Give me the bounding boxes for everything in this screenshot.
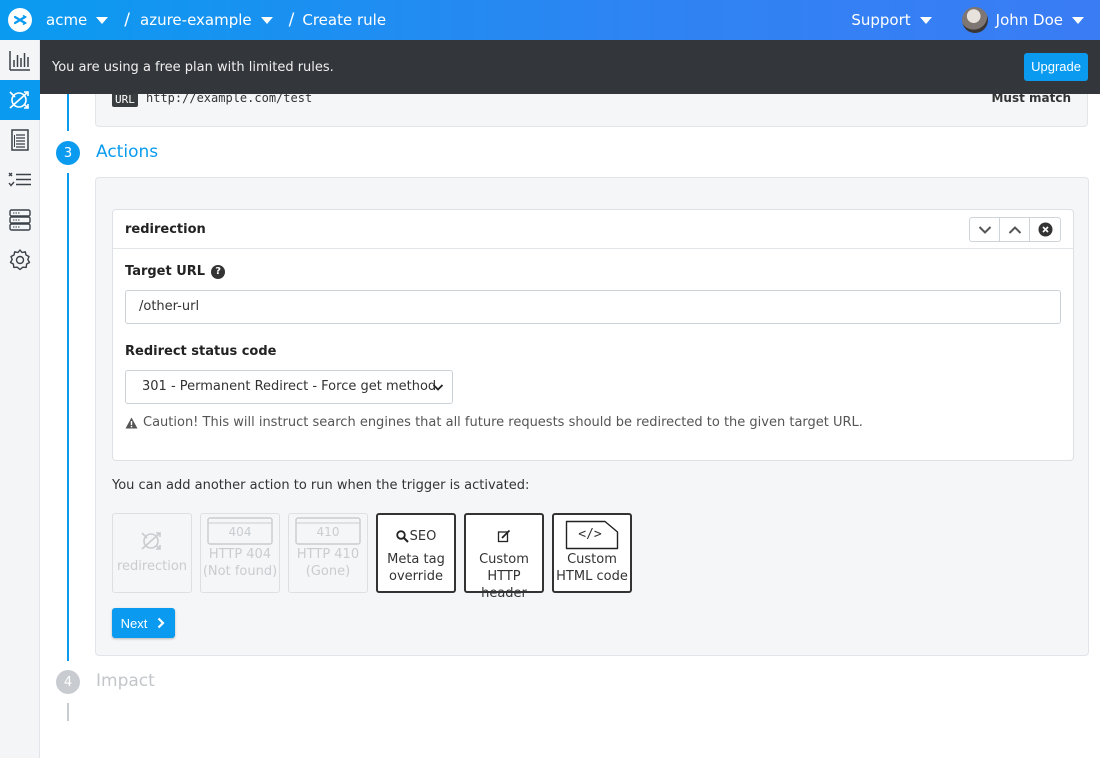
plan-message: You are using a free plan with limited r… xyxy=(52,59,334,75)
servers-icon xyxy=(9,209,31,231)
seo-badge: SEO xyxy=(409,528,437,544)
step-title-impact[interactable]: Impact xyxy=(96,671,155,691)
logo-icon[interactable] xyxy=(8,8,32,32)
step-rail xyxy=(67,94,69,131)
project-name: azure-example xyxy=(140,11,252,29)
remove-action-button[interactable] xyxy=(1030,218,1060,241)
next-label: Next xyxy=(120,615,148,631)
action-card-redirection: redirection Target URL? /other-url Redir… xyxy=(112,209,1074,461)
tile-badge: 404 xyxy=(228,525,252,539)
target-url-label-text: Target URL xyxy=(125,264,206,279)
chevron-down-icon xyxy=(1072,16,1084,24)
org-selector[interactable]: acme xyxy=(46,11,109,29)
chevron-down-icon xyxy=(432,384,444,391)
redirection-icon xyxy=(141,532,161,550)
settings-icon xyxy=(9,249,31,271)
tile-label-secondary: HTTP header xyxy=(481,569,527,601)
action-card-controls xyxy=(969,217,1061,242)
tile-badge: 410 xyxy=(316,525,340,539)
user-menu[interactable]: John Doe xyxy=(961,7,1084,33)
action-tile-html-code[interactable]: </> Custom HTML code xyxy=(552,513,632,593)
help-icon[interactable]: ? xyxy=(211,264,226,279)
close-circle-icon xyxy=(1038,222,1052,237)
chevron-down-icon xyxy=(978,225,991,234)
tile-label: Custom xyxy=(479,552,529,567)
move-down-button[interactable] xyxy=(970,218,1000,241)
step-rail xyxy=(67,703,69,721)
user-name: John Doe xyxy=(995,11,1063,29)
rules-icon xyxy=(9,91,29,109)
avatar xyxy=(961,7,988,33)
sidebar-item-settings[interactable] xyxy=(0,240,40,280)
warning-icon xyxy=(125,417,138,428)
chevron-right-icon xyxy=(158,617,165,629)
page-title: Create rule xyxy=(302,11,387,29)
upgrade-button[interactable]: Upgrade xyxy=(1024,53,1088,81)
action-card-header: redirection xyxy=(113,210,1073,249)
caution-text: Caution! This will instruct search engin… xyxy=(143,415,863,430)
code-badge: </> xyxy=(578,527,602,542)
tile-label-secondary: (Gone) xyxy=(305,564,351,579)
tile-label: HTTP 410 xyxy=(296,547,360,562)
action-tile-http-header[interactable]: Custom HTTP header xyxy=(464,513,544,601)
status-code-value: 301 - Permanent Redirect - Force get met… xyxy=(142,379,437,394)
sidebar-item-analytics[interactable] xyxy=(0,40,40,80)
step-title-actions[interactable]: Actions xyxy=(96,142,158,162)
org-name: acme xyxy=(46,11,88,29)
chevron-down-icon xyxy=(96,16,109,24)
analytics-icon xyxy=(9,51,30,71)
chevron-down-icon xyxy=(260,16,273,24)
support-label: Support xyxy=(851,11,911,29)
status-code-label: Redirect status code xyxy=(125,344,277,359)
step-number-impact: 4 xyxy=(56,670,80,694)
tile-label: Meta tag xyxy=(387,552,445,567)
chevron-up-icon xyxy=(1008,225,1021,234)
sidebar-item-logs[interactable] xyxy=(0,120,40,160)
target-url-input[interactable]: /other-url xyxy=(125,290,1061,324)
next-button[interactable]: Next xyxy=(112,608,175,638)
action-card-title: redirection xyxy=(125,221,206,237)
step-rail xyxy=(67,173,69,661)
breadcrumb-separator: / xyxy=(288,10,295,30)
action-tile-redirection[interactable]: redirection xyxy=(112,513,192,593)
status-code-select[interactable]: 301 - Permanent Redirect - Force get met… xyxy=(125,370,453,404)
chevron-down-icon xyxy=(919,16,932,24)
edit-icon xyxy=(497,529,511,543)
url-tag: URL xyxy=(112,92,138,107)
tile-label-secondary: (Not found) xyxy=(202,564,278,579)
tile-label: HTTP 404 xyxy=(208,547,272,562)
trigger-summary-panel: URL http://example.com/test Must match xyxy=(95,91,1088,127)
action-tile-meta-tag[interactable]: SEO Meta tag override xyxy=(376,513,456,593)
support-menu[interactable]: Support xyxy=(851,11,932,29)
add-action-prompt: You can add another action to run when t… xyxy=(112,478,530,493)
caution-message: Caution! This will instruct search engin… xyxy=(125,415,863,430)
action-tile-http-404[interactable]: 404 HTTP 404 (Not found) xyxy=(200,513,280,593)
sidebar-item-checklist[interactable] xyxy=(0,160,40,200)
sidebar xyxy=(0,40,40,758)
tile-label: redirection xyxy=(116,559,188,574)
step-number-actions: 3 xyxy=(56,141,80,165)
sidebar-item-servers[interactable] xyxy=(0,200,40,240)
move-up-button[interactable] xyxy=(1000,218,1030,241)
checklist-icon xyxy=(8,172,31,187)
sidebar-item-rules[interactable] xyxy=(0,80,40,120)
actions-panel: redirection Target URL? /other-url Redir… xyxy=(95,177,1089,656)
tile-label-secondary: override xyxy=(389,569,443,584)
search-icon xyxy=(395,529,409,543)
top-navbar: acme / azure-example / Create rule Suppo… xyxy=(0,0,1100,40)
project-selector[interactable]: azure-example xyxy=(140,11,273,29)
breadcrumb-separator: / xyxy=(124,10,131,30)
plan-banner: You are using a free plan with limited r… xyxy=(40,40,1100,94)
tile-label-secondary: HTML code xyxy=(556,569,628,584)
tile-label: Custom xyxy=(567,552,617,567)
target-url-label: Target URL? xyxy=(125,264,226,279)
action-tile-http-410[interactable]: 410 HTTP 410 (Gone) xyxy=(288,513,368,593)
logs-icon xyxy=(11,129,29,151)
